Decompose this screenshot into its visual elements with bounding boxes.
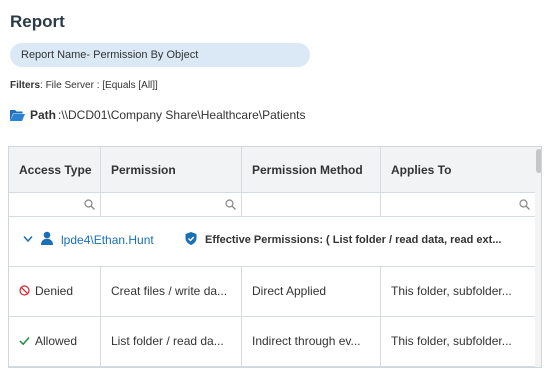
- path-label: Path: [30, 108, 57, 122]
- column-header-permission-method[interactable]: Permission Method: [242, 147, 381, 193]
- report-name-chip: Report Name- Permission By Object: [10, 43, 310, 67]
- filter-permission-method[interactable]: [242, 193, 381, 216]
- access-type-label: Allowed: [35, 334, 78, 348]
- access-type-cell: Allowed: [9, 317, 101, 366]
- permission-cell: Creat files / write da...: [101, 267, 242, 316]
- search-icon: [519, 199, 530, 210]
- path-value: :\\DCD01\Company Share\Healthcare\Patien…: [58, 108, 306, 122]
- permissions-grid: Access Type Permission Permission Method…: [8, 146, 542, 368]
- permission-method-cell: Indirect through ev...: [242, 317, 381, 366]
- filter-permission[interactable]: [101, 193, 242, 216]
- ban-icon: [19, 285, 30, 296]
- check-icon: [19, 337, 30, 346]
- applies-to-cell: This folder, subfolder...: [391, 284, 512, 298]
- group-user-link[interactable]: lpde4\Ethan.Hunt: [61, 217, 154, 263]
- filter-row: [9, 193, 535, 217]
- filter-access-type[interactable]: [9, 193, 101, 216]
- folder-open-icon: [10, 110, 25, 121]
- permission-cell: List folder / read da...: [101, 317, 242, 366]
- filters-line: Filters: File Server : [Equals [All]]: [10, 80, 158, 91]
- page-title: Report: [10, 12, 65, 31]
- vertical-scrollbar[interactable]: [535, 147, 541, 367]
- permission-method-cell: Direct Applied: [242, 267, 381, 316]
- column-header-access-type[interactable]: Access Type: [9, 147, 101, 193]
- search-icon: [225, 199, 236, 210]
- filter-applies-to[interactable]: [381, 193, 535, 216]
- shield-icon: [185, 232, 197, 245]
- group-row[interactable]: lpde4\Ethan.Hunt Effective Permissions: …: [9, 217, 535, 267]
- effective-permissions-summary: Effective Permissions: ( List folder / r…: [205, 234, 502, 246]
- user-icon: [41, 231, 53, 245]
- path-line: Path :\\DCD01\Company Share\Healthcare\P…: [10, 108, 305, 122]
- search-icon: [84, 199, 95, 210]
- table-row[interactable]: Denied Creat files / write da... Direct …: [9, 267, 535, 317]
- grid-header: Access Type Permission Permission Method…: [9, 147, 535, 193]
- access-type-label: Denied: [35, 284, 74, 298]
- applies-to-cell: This folder, subfolder...: [391, 334, 512, 348]
- chevron-down-icon[interactable]: [23, 235, 33, 243]
- column-header-applies-to[interactable]: Applies To: [381, 147, 535, 193]
- column-header-permission[interactable]: Permission: [101, 147, 242, 193]
- access-type-cell: Denied: [9, 267, 101, 316]
- filters-text: : File Server : [Equals [All]]: [40, 80, 158, 91]
- scrollbar-thumb[interactable]: [536, 149, 541, 173]
- filters-label: Filters: [10, 80, 41, 91]
- table-row[interactable]: Allowed List folder / read da... Indirec…: [9, 317, 535, 367]
